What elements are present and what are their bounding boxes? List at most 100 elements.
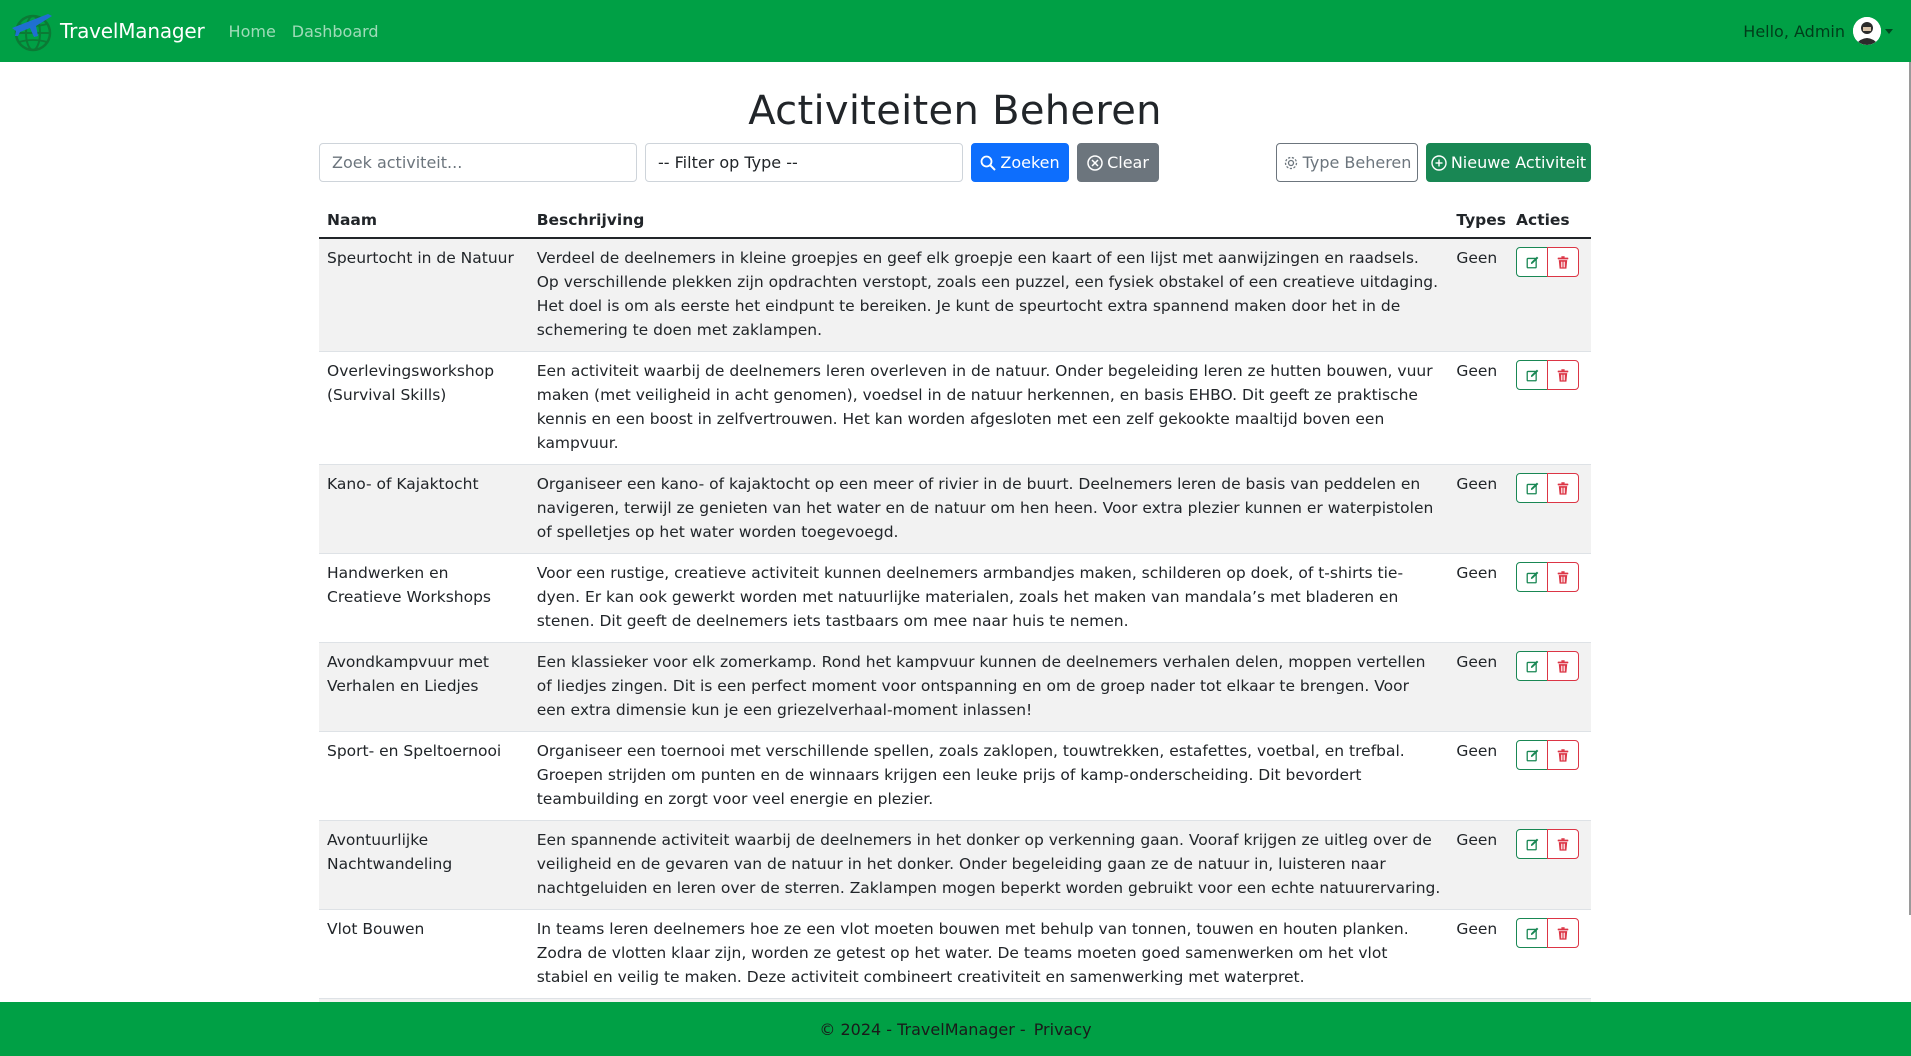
edit-button[interactable]: [1516, 829, 1549, 859]
delete-button[interactable]: [1547, 562, 1580, 592]
edit-icon: [1526, 838, 1539, 851]
activity-actions: [1514, 820, 1591, 910]
activity-actions: [1514, 731, 1591, 821]
edit-button[interactable]: [1516, 740, 1549, 770]
action-button-group: [1516, 247, 1583, 277]
table-row: Speurtocht in de Natuur Verdeel de deelne…: [319, 238, 1591, 352]
action-button-group: [1516, 829, 1583, 859]
edit-icon: [1526, 256, 1539, 269]
column-header-description[interactable]: Beschrijving: [528, 202, 1449, 239]
table-row: Kano- of Kajaktocht Organiseer een kano- …: [319, 464, 1591, 554]
main-content: Activiteiten Beheren -- Filter op Type -…: [319, 62, 1591, 1002]
brand[interactable]: TravelManager: [8, 0, 205, 62]
column-header-actions: Acties: [1514, 202, 1591, 239]
activity-actions: [1514, 553, 1591, 643]
delete-button[interactable]: [1547, 473, 1580, 503]
action-button-group: [1516, 740, 1583, 770]
activity-description: Organiseer een toernooi met verschillend…: [528, 731, 1449, 821]
edit-button[interactable]: [1516, 247, 1549, 277]
edit-button[interactable]: [1516, 918, 1549, 948]
delete-button[interactable]: [1547, 360, 1580, 390]
globe-plane-logo-icon: [12, 14, 52, 52]
avatar[interactable]: [1853, 17, 1881, 45]
activity-types: Geen: [1448, 731, 1515, 821]
plus-circle-icon: [1431, 154, 1447, 171]
edit-button[interactable]: [1516, 562, 1549, 592]
edit-icon: [1526, 369, 1539, 382]
new-activity-label: Nieuwe Activiteit: [1450, 153, 1587, 172]
edit-icon: [1526, 927, 1539, 940]
search-input[interactable]: [319, 143, 637, 182]
delete-button[interactable]: [1547, 918, 1580, 948]
trash-icon: [1557, 748, 1569, 762]
clear-circle-x-icon: [1087, 154, 1103, 171]
delete-button[interactable]: [1547, 829, 1580, 859]
edit-button[interactable]: [1516, 651, 1549, 681]
table-row: Handwerken en Creatieve Workshops Voor ee…: [319, 553, 1591, 643]
nav-link-dashboard[interactable]: Dashboard: [292, 22, 379, 41]
activity-description: Verdeel de deelnemers in kleine groepjes…: [528, 238, 1449, 352]
column-header-types[interactable]: Types: [1448, 202, 1515, 239]
activity-types: Geen: [1448, 820, 1515, 910]
table-body: Speurtocht in de Natuur Verdeel de deelne…: [319, 238, 1591, 1002]
activity-actions: [1514, 909, 1591, 999]
activity-name: Overlevingsworkshop (Survival Skills): [319, 351, 529, 465]
user-greeting: Hello, Admin: [1743, 21, 1845, 41]
user-menu[interactable]: Hello, Admin: [1743, 0, 1893, 62]
column-header-name[interactable]: Naam: [319, 202, 529, 239]
activity-actions: [1514, 351, 1591, 465]
search-button[interactable]: Zoeken: [971, 143, 1069, 182]
delete-button[interactable]: [1547, 651, 1580, 681]
table-row: Vlot Bouwen In teams leren deelnemers hoe…: [319, 909, 1591, 999]
activity-name: Handwerken en Creatieve Workshops: [319, 553, 529, 643]
delete-button[interactable]: [1547, 740, 1580, 770]
clear-button-label: Clear: [1107, 153, 1149, 172]
activity-name: Sport- en Speltoernooi: [319, 731, 529, 821]
activity-name: Avondkampvuur met Verhalen en Liedjes: [319, 642, 529, 732]
footer-privacy-link[interactable]: Privacy: [1034, 1020, 1092, 1039]
trash-icon: [1557, 926, 1569, 940]
action-button-group: [1516, 562, 1583, 592]
activity-types: Geen: [1448, 464, 1515, 554]
search-button-label: Zoeken: [1000, 153, 1060, 172]
type-filter-select[interactable]: -- Filter op Type --: [645, 143, 963, 182]
page-title: Activiteiten Beheren: [748, 88, 1162, 134]
clear-button[interactable]: Clear: [1077, 143, 1159, 182]
user-avatar-icon: [1853, 17, 1881, 45]
table-row: Avontuurlijke Nachtwandeling Een spannend…: [319, 820, 1591, 910]
action-button-group: [1516, 360, 1583, 390]
edit-button[interactable]: [1516, 473, 1549, 503]
top-navbar: TravelManager Home Dashboard Hello, Admi…: [0, 0, 1911, 62]
edit-icon: [1526, 660, 1539, 673]
delete-button[interactable]: [1547, 247, 1580, 277]
activity-actions: [1514, 464, 1591, 554]
activity-description: Een activiteit waarbij de deelnemers ler…: [528, 351, 1449, 465]
activity-name: Speurtocht in de Natuur: [319, 238, 529, 352]
footer: © 2024 - TravelManager - Privacy: [0, 1002, 1911, 1056]
trash-icon: [1557, 837, 1569, 851]
footer-copyright: © 2024 - TravelManager -: [819, 1019, 1026, 1039]
manage-types-button[interactable]: Type Beheren: [1276, 143, 1418, 182]
edit-button[interactable]: [1516, 360, 1549, 390]
manage-types-label: Type Beheren: [1302, 153, 1412, 172]
action-button-group: [1516, 918, 1583, 948]
trash-icon: [1557, 481, 1569, 495]
gear-icon: [1284, 156, 1297, 169]
trash-icon: [1557, 659, 1569, 673]
activity-description: Voor een rustige, creatieve activiteit k…: [528, 553, 1449, 643]
table-row: Overlevingsworkshop (Survival Skills) Een…: [319, 351, 1591, 465]
table-header-row: Naam Beschrijving Types Acties: [319, 202, 1591, 239]
trash-icon: [1557, 255, 1569, 269]
nav-link-home[interactable]: Home: [229, 22, 276, 41]
activity-types: Geen: [1448, 238, 1515, 352]
activity-name: Vlot Bouwen: [319, 909, 529, 999]
activity-name: Kano- of Kajaktocht: [319, 464, 529, 554]
new-activity-button[interactable]: Nieuwe Activiteit: [1426, 143, 1591, 182]
activity-actions: [1514, 238, 1591, 352]
search-icon: [980, 155, 997, 171]
type-filter-selected: -- Filter op Type --: [658, 153, 798, 172]
edit-icon: [1526, 749, 1539, 762]
chevron-down-icon[interactable]: [1885, 28, 1893, 34]
trash-icon: [1557, 368, 1569, 382]
trash-icon: [1557, 570, 1569, 584]
